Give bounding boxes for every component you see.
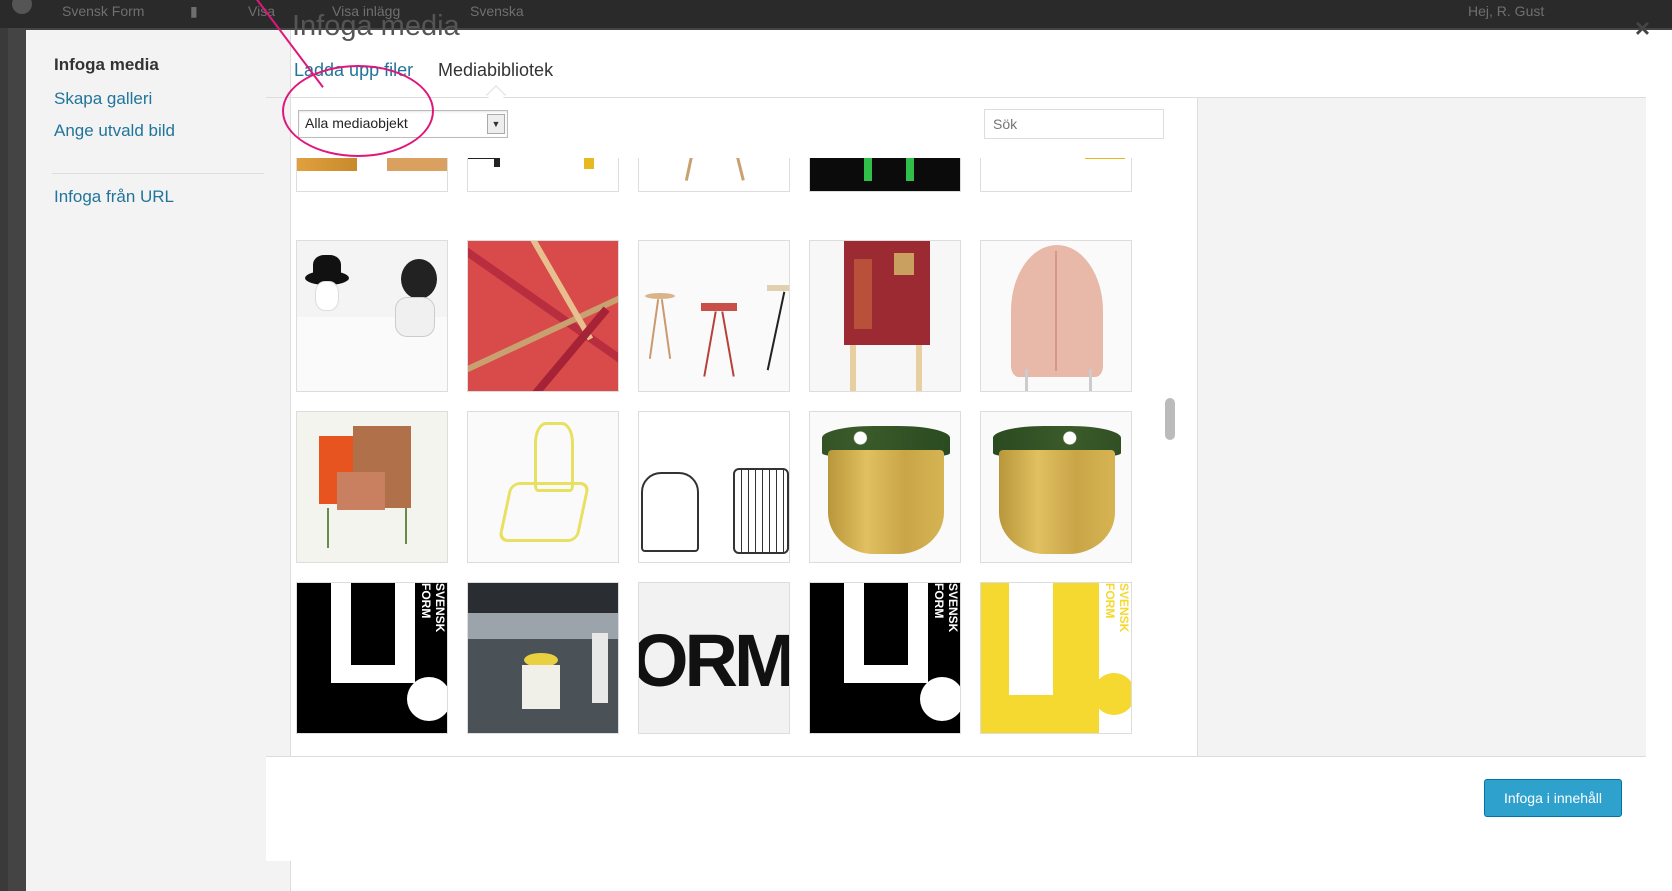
poster-text: SVENSK FORM (419, 583, 447, 633)
menu-separator (52, 173, 264, 174)
media-tile[interactable] (638, 240, 790, 392)
media-grid: SVENSK FORM ORM SVENSK FORM SVENSK FORM (266, 158, 1184, 756)
media-tile[interactable] (467, 582, 619, 734)
media-tile[interactable] (296, 411, 448, 563)
insert-into-post-button[interactable]: Infoga i innehåll (1484, 779, 1622, 817)
menu-item-create-gallery[interactable]: Skapa galleri (54, 89, 152, 109)
media-toolbar: Alla mediaobjekt ▼ (266, 98, 1196, 158)
attachment-details-pane (1197, 98, 1646, 756)
media-tile[interactable]: SVENSK FORM (980, 582, 1132, 734)
media-tile[interactable] (296, 158, 448, 192)
search-input[interactable] (984, 109, 1164, 139)
media-tile[interactable]: SVENSK FORM (809, 582, 961, 734)
media-tile[interactable] (467, 240, 619, 392)
media-filter-value: Alla mediaobjekt (305, 115, 408, 131)
admin-bar-language[interactable]: Svenska (470, 3, 524, 19)
media-tile[interactable] (809, 411, 961, 563)
wordpress-logo-icon[interactable] (12, 0, 32, 14)
media-tile[interactable] (467, 411, 619, 563)
poster-text: SVENSK FORM (932, 583, 960, 633)
menu-item-featured-image[interactable]: Ange utvald bild (54, 121, 175, 141)
media-tile[interactable] (980, 240, 1132, 392)
media-menu: Infoga media Skapa galleri Ange utvald b… (26, 30, 291, 891)
media-grid-scrollbar[interactable] (1165, 398, 1175, 440)
poster-text: SVENSK FORM (1103, 583, 1131, 633)
close-icon[interactable]: × (1635, 13, 1650, 44)
comments-icon[interactable]: ▮ (190, 3, 198, 20)
media-tile[interactable]: SVENSK FORM (296, 582, 448, 734)
media-tile[interactable]: ORM (638, 582, 790, 734)
admin-bar: Svensk Form ▮ Visa Visa inlägg Svenska H… (0, 0, 1672, 28)
admin-bar-site-name[interactable]: Svensk Form (62, 3, 144, 19)
chevron-down-icon: ▼ (487, 114, 505, 134)
media-tile[interactable] (467, 158, 619, 192)
media-tile[interactable] (980, 411, 1132, 563)
tab-media-library[interactable]: Mediabibliotek (438, 60, 553, 81)
modal-title: Infoga media (292, 10, 460, 42)
media-tile[interactable] (638, 411, 790, 563)
media-tile[interactable] (809, 240, 961, 392)
media-footer: Infoga i innehåll (266, 756, 1646, 861)
menu-item-insert-from-url[interactable]: Infoga från URL (54, 187, 174, 207)
media-tile[interactable] (296, 240, 448, 392)
media-router: Ladda upp filer Mediabibliotek (266, 52, 1646, 105)
admin-bar-greeting[interactable]: Hej, R. Gust (1468, 3, 1544, 19)
menu-item-insert-media[interactable]: Infoga media (54, 55, 159, 75)
orm-text: ORM (638, 619, 790, 702)
media-filter-select[interactable]: Alla mediaobjekt ▼ (298, 110, 508, 138)
media-tile[interactable] (809, 158, 961, 192)
media-tile[interactable] (980, 158, 1132, 192)
media-tile[interactable] (638, 158, 790, 192)
